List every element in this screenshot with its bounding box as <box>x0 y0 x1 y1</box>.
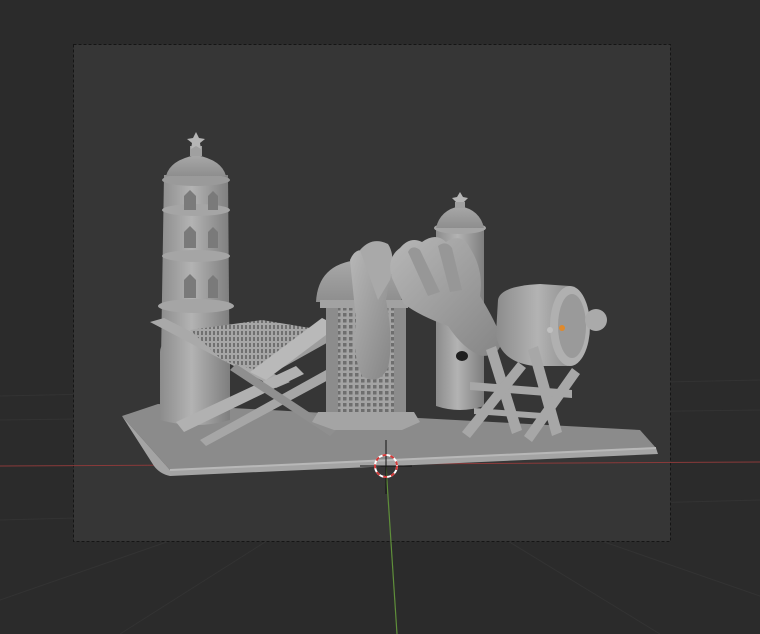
origin-dot <box>559 325 565 331</box>
left-minaret[interactable] <box>158 132 234 425</box>
3d-viewport[interactable] <box>0 0 760 634</box>
